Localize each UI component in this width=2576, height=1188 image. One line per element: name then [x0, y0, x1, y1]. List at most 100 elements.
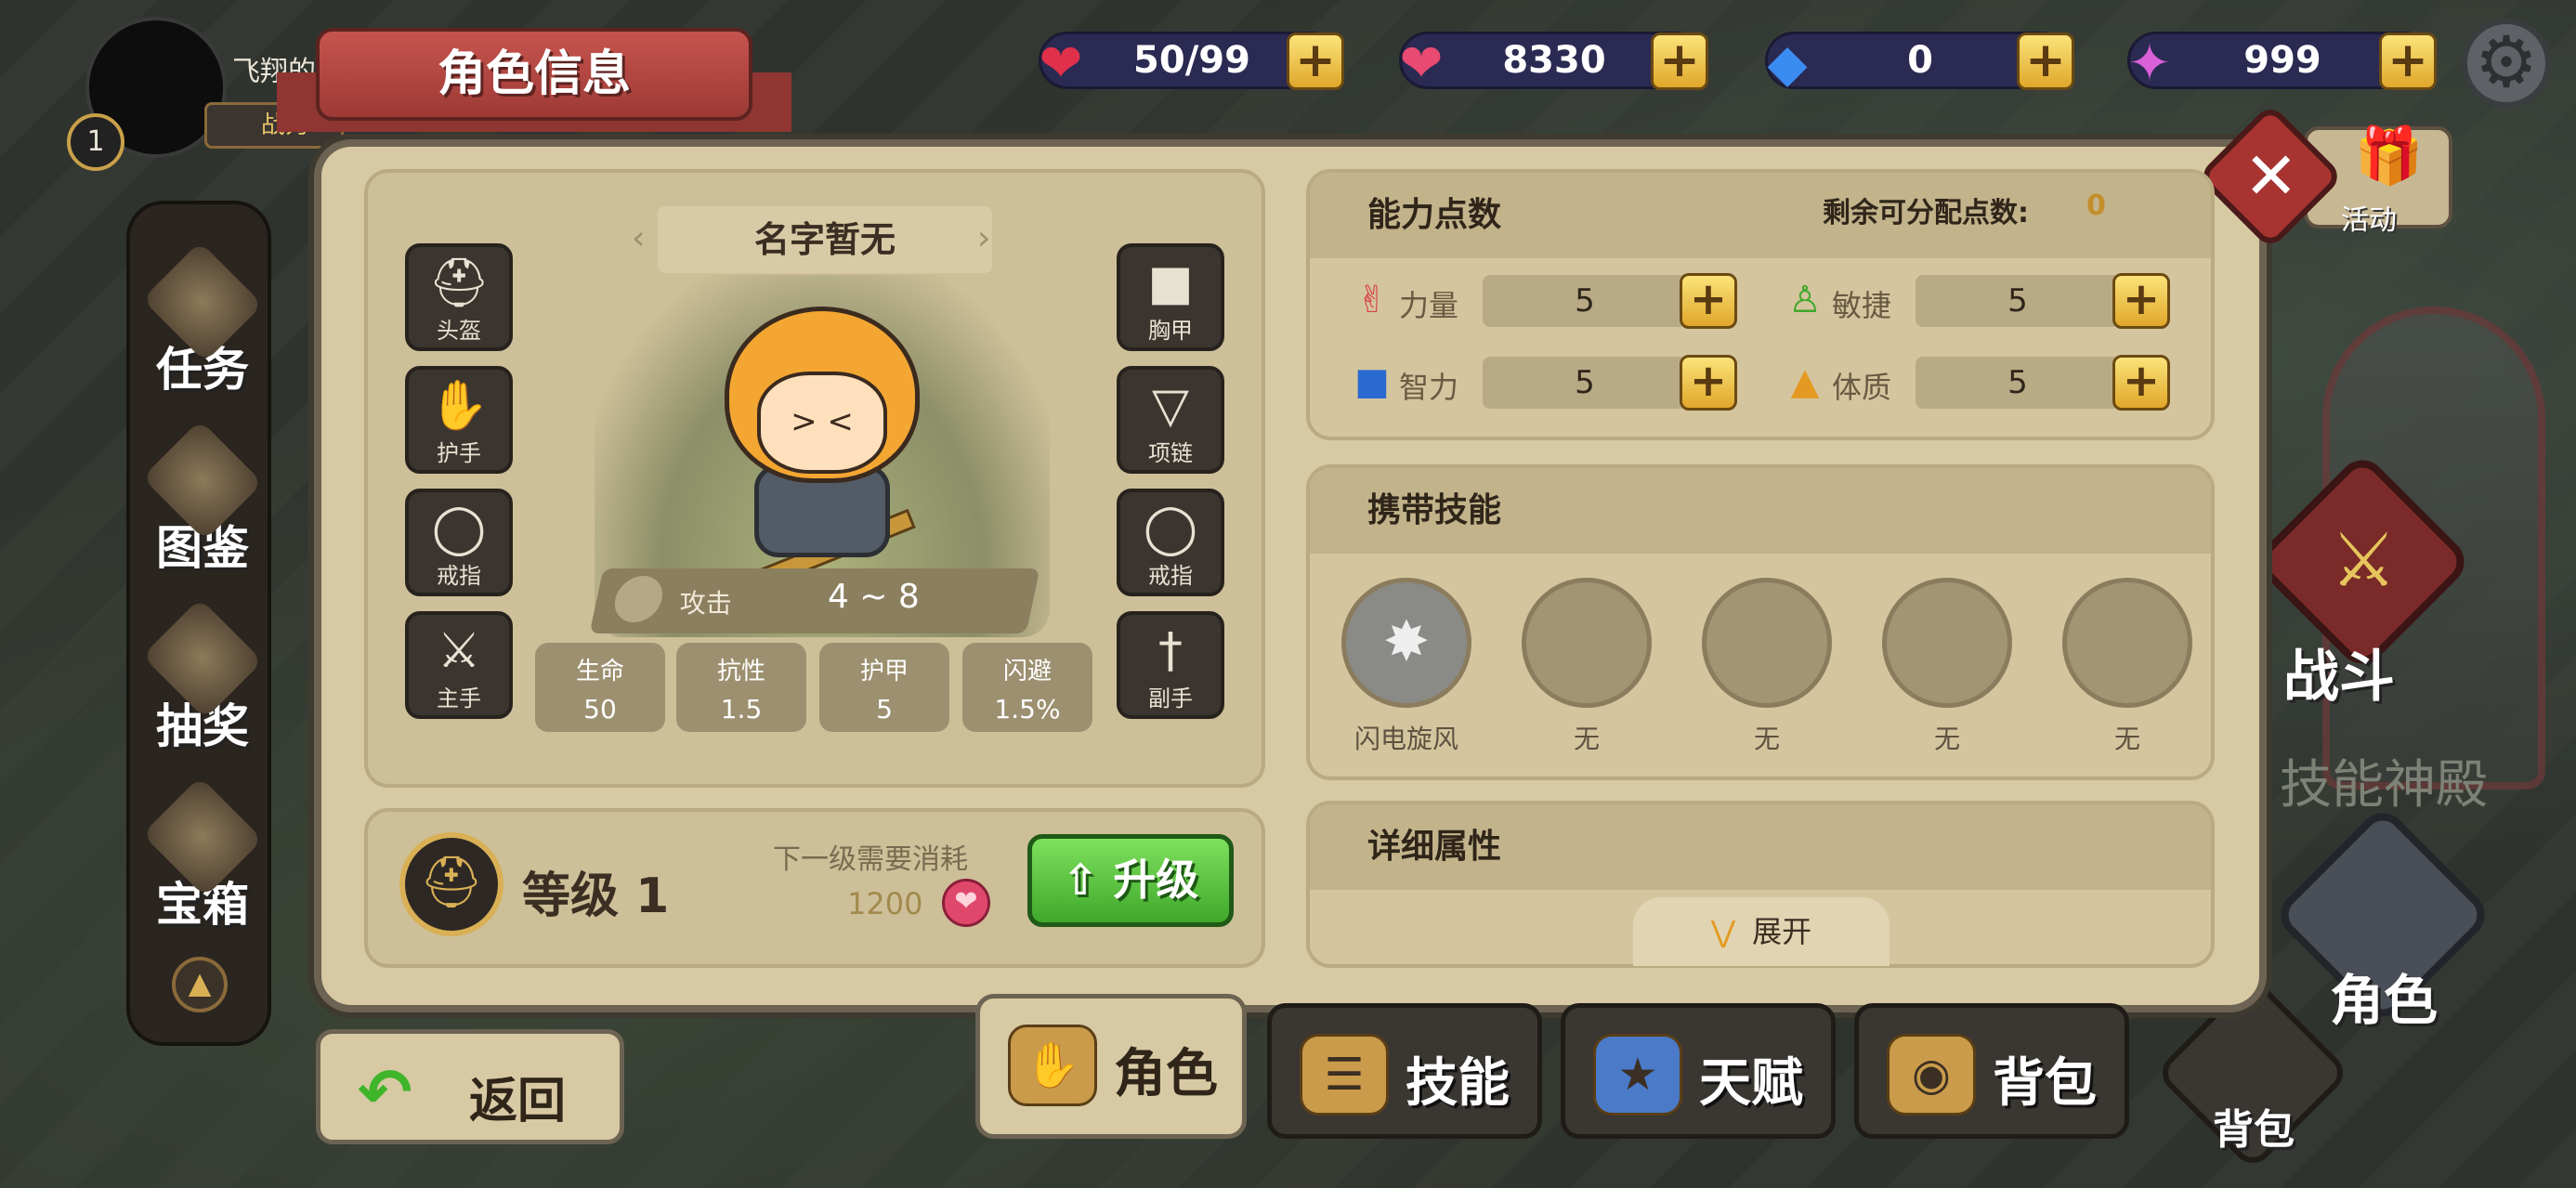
- empty-skill-slot: [1702, 578, 1832, 708]
- upgrade-button[interactable]: ⇧ 升级: [1027, 834, 1234, 927]
- stat-value: 1.5%: [994, 694, 1061, 725]
- add-strength-button[interactable]: +: [1680, 273, 1737, 329]
- stat-armor: 护甲 5: [819, 643, 949, 732]
- gauntlet-icon: ✋: [1008, 1025, 1097, 1106]
- expand-button[interactable]: ⋁ 展开: [1633, 897, 1890, 966]
- attr-agility: ♙ 敏捷 5 +: [1784, 273, 2174, 329]
- equip-label: 戒指: [437, 563, 481, 589]
- panel-title: 角色信息: [316, 28, 752, 121]
- skill-temple-label[interactable]: 技能神殿: [2280, 743, 2488, 818]
- sidebar-item-tasks[interactable]: 任务: [121, 232, 284, 418]
- tab-bag[interactable]: ◉ 背包: [1854, 1003, 2129, 1139]
- equip-slot-ring-left[interactable]: ◯ 戒指: [405, 489, 513, 596]
- gold-value: 8330: [1502, 39, 1606, 82]
- stat-label: 闪避: [1002, 658, 1052, 685]
- stat-value: 50: [583, 694, 617, 725]
- add-stamina-button[interactable]: +: [1287, 33, 1344, 90]
- sidebar-item-lottery[interactable]: 抽奖: [121, 589, 284, 775]
- level-text: 等级 1: [522, 868, 670, 924]
- sidebar-collapse-arrow-icon[interactable]: ▲: [172, 957, 228, 1012]
- tab-label: 角色: [1114, 1044, 1218, 1104]
- skill-slot-2[interactable]: 无: [1522, 578, 1652, 756]
- add-agility-button[interactable]: +: [2112, 273, 2170, 329]
- add-constitution-button[interactable]: +: [2112, 355, 2170, 411]
- attr-label: 敏捷: [1832, 288, 1892, 323]
- equip-label: 戒指: [1148, 563, 1193, 589]
- settings-gear-icon[interactable]: ⚙: [2462, 19, 2551, 108]
- stamina-value: 50/99: [1133, 39, 1250, 82]
- attack-bar: 攻击 4 ~ 8: [589, 568, 1040, 633]
- stat-label: 生命: [575, 658, 624, 685]
- back-label: 返回: [469, 1074, 567, 1129]
- empty-skill-slot: [1522, 578, 1652, 708]
- tab-skill[interactable]: ☰ 技能: [1267, 1003, 1542, 1139]
- left-sidebar: 任务 图鉴 抽奖 宝箱 ▲: [126, 201, 271, 1046]
- expand-label: 展开: [1752, 914, 1812, 949]
- equip-label: 主手: [437, 685, 481, 711]
- player-level-badge: 1: [67, 113, 124, 171]
- gem-value: 999: [2243, 39, 2321, 82]
- chevron-down-icon: ⋁: [1710, 914, 1736, 949]
- attr-value: 5: [1916, 357, 2120, 409]
- upgrade-label: 升级: [1113, 855, 1199, 905]
- empty-skill-slot: [1882, 578, 2012, 708]
- tab-label: 背包: [1993, 1053, 2097, 1114]
- stat-resistance: 抗性 1.5: [676, 643, 806, 732]
- attr-value: 5: [1483, 275, 1687, 327]
- up-arrow-icon: ⇧: [1062, 855, 1099, 905]
- equip-label: 胸甲: [1148, 318, 1193, 344]
- back-button[interactable]: ↶ 返回: [316, 1029, 624, 1144]
- lightning-whirlwind-icon: ✸: [1341, 578, 1471, 708]
- equip-slot-chest[interactable]: ■ 胸甲: [1117, 243, 1224, 351]
- skill-name: 无: [2113, 724, 2140, 754]
- equip-slot-off-hand[interactable]: † 副手: [1117, 611, 1224, 719]
- stat-hp: 生命 50: [535, 643, 665, 732]
- skill-slot-1[interactable]: ✸ 闪电旋风: [1341, 578, 1471, 756]
- sidebar-item-codex[interactable]: 图鉴: [121, 411, 284, 596]
- tab-role[interactable]: ✋ 角色: [975, 994, 1247, 1139]
- attack-icon: [610, 576, 667, 622]
- add-diamond-button[interactable]: +: [2017, 33, 2074, 90]
- diamond-resource: ◆ 0 +: [1765, 32, 2074, 94]
- stamina-resource: ❤ 50/99 +: [1039, 32, 1344, 94]
- equip-label: 头盔: [437, 318, 481, 344]
- next-cost-label: 下一级需要消耗: [773, 843, 968, 876]
- hero-face: > <: [757, 372, 887, 474]
- role-label: 角色: [2330, 969, 2439, 1032]
- ring-icon: ◯: [1143, 501, 1198, 556]
- skills-title: 携带技能: [1310, 468, 2211, 554]
- empty-skill-slot: [2062, 578, 2192, 708]
- stat-label: 抗性: [716, 658, 765, 685]
- sidebar-item-chest[interactable]: 宝箱: [121, 767, 284, 953]
- add-gold-button[interactable]: +: [1651, 33, 1708, 90]
- bag-label: 背包: [2213, 1106, 2295, 1154]
- blue-diamond-icon: ◆: [1767, 33, 1808, 94]
- tab-talent[interactable]: ★ 天赋: [1561, 1003, 1836, 1139]
- skill-slot-3[interactable]: 无: [1702, 578, 1832, 756]
- pink-heart-coin-icon: ❤: [942, 879, 990, 927]
- attr-value: 5: [1916, 275, 2120, 327]
- attr-strength: ✌ 力量 5 +: [1351, 273, 1741, 329]
- equip-slot-necklace[interactable]: ▽ 项链: [1117, 366, 1224, 474]
- equip-slot-main-hand[interactable]: ⚔ 主手: [405, 611, 513, 719]
- equip-slot-gauntlet[interactable]: ✋ 护手: [405, 366, 513, 474]
- gem-resource: ✦ 999 +: [2127, 32, 2437, 94]
- remaining-points-label: 剩余可分配点数:: [1823, 197, 2029, 229]
- skill-slot-5[interactable]: 无: [2062, 578, 2192, 756]
- next-cost-value: 1200: [847, 886, 923, 921]
- equip-slot-ring-right[interactable]: ◯ 戒指: [1117, 489, 1224, 596]
- attr-label: 智力: [1399, 370, 1459, 405]
- equip-label: 副手: [1148, 685, 1193, 711]
- close-icon: ✕: [2243, 137, 2299, 215]
- skill-slot-4[interactable]: 无: [1882, 578, 2012, 756]
- skill-name: 无: [1933, 724, 1960, 754]
- equip-slot-helmet[interactable]: ⛑ 头盔: [405, 243, 513, 351]
- skill-name: 无: [1573, 724, 1600, 754]
- name-right-arrow-icon[interactable]: ›: [977, 219, 990, 257]
- name-left-arrow-icon[interactable]: ‹: [632, 219, 645, 257]
- add-intelligence-button[interactable]: +: [1680, 355, 1737, 411]
- attr-constitution: ▲ 体质 5 +: [1784, 355, 2174, 411]
- gauntlet-icon: ✋: [428, 378, 490, 434]
- add-gem-button[interactable]: +: [2379, 33, 2437, 90]
- stat-dodge: 闪避 1.5%: [962, 643, 1092, 732]
